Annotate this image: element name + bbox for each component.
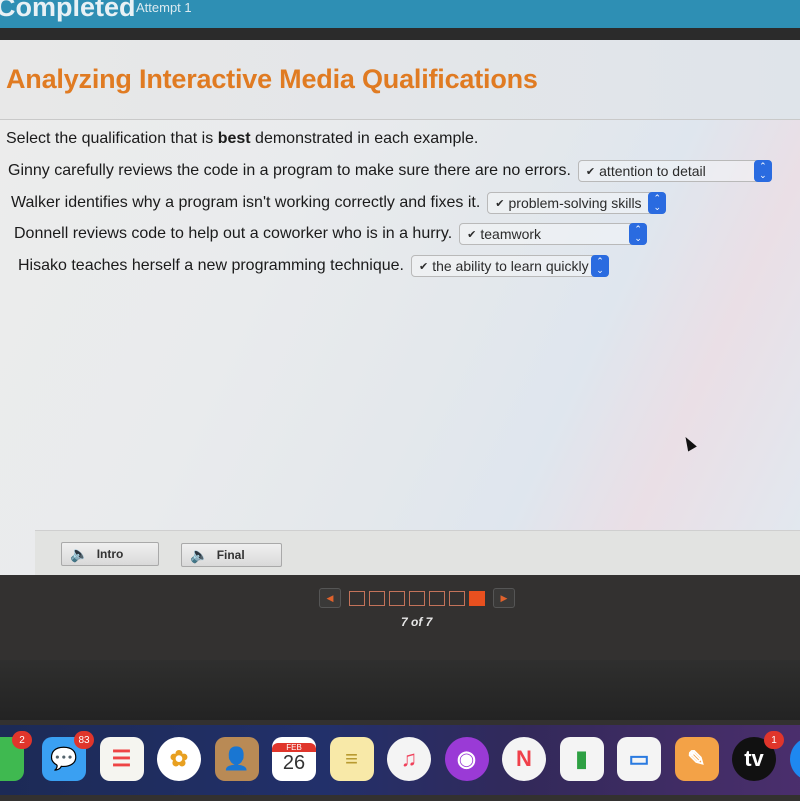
check-icon: ✔ [418, 260, 429, 273]
dock-item-numbers[interactable]: ▮ [559, 737, 604, 781]
question-text: Ginny carefully reviews the code in a pr… [8, 162, 571, 179]
final-label: Final [216, 548, 245, 562]
dock-item-photos[interactable]: ✿ [157, 737, 201, 781]
page-title: Analyzing Interactive Media Qualificatio… [6, 64, 538, 94]
page-counter: 7 of 7 [401, 615, 433, 629]
attempt-label: Attempt 1 [136, 0, 192, 15]
selected-value: the ability to learn quickly [432, 258, 589, 274]
page-indicator[interactable] [389, 590, 405, 606]
completion-status: Completed [0, 0, 136, 22]
dock-item-news[interactable]: N [502, 737, 546, 781]
arrow-left-icon: ◀ [326, 592, 334, 603]
pager: ◀ ▶ [319, 588, 515, 608]
dropdown-arrows-icon[interactable]: ⌃ ⌄ [590, 255, 609, 277]
dropdown-arrows-icon[interactable]: ⌃ ⌄ [629, 223, 648, 245]
messages-icon: 💬 [50, 746, 78, 771]
numbers-icon: ▮ [575, 746, 588, 771]
page-indicator[interactable] [449, 590, 465, 606]
check-icon: ✔ [495, 197, 505, 210]
intro-audio-button[interactable]: 🔈 Intro [61, 542, 159, 566]
page-indicators [345, 590, 485, 606]
answer-dropdown[interactable]: ✔ the ability to learn quickly ⌃ ⌄ [410, 255, 609, 277]
dropdown-arrows-icon[interactable]: ⌃ ⌄ [648, 192, 667, 214]
dock-item-apple-tv[interactable]: tv 1 [732, 731, 784, 781]
dock-item-keynote[interactable]: ▭ [617, 737, 661, 781]
dock-item-calendar[interactable]: FEB 26 [272, 737, 316, 781]
status-bar: Completed Attempt 1 [0, 0, 800, 28]
instructions: Select the qualification that is best de… [6, 130, 478, 148]
question-row: Ginny carefully reviews the code in a pr… [8, 160, 772, 182]
notification-badge: 2 [12, 731, 32, 749]
apple-tv-icon: tv [744, 746, 764, 771]
podcasts-icon: ◉ [456, 746, 477, 771]
notification-badge: 1 [764, 731, 784, 749]
question-row: Walker identifies why a program isn't wo… [11, 192, 667, 214]
answer-dropdown[interactable]: ✔ teamwork ⌃ ⌄ [459, 223, 648, 245]
calendar-icon: 26 [282, 752, 306, 774]
arrow-right-icon: ▶ [500, 592, 508, 603]
page-indicator[interactable] [409, 590, 425, 606]
music-icon: ♫ [400, 746, 418, 771]
dock-item-messages[interactable]: 💬 83 [42, 731, 94, 781]
answer-dropdown[interactable]: ✔ problem-solving skills ⌃ ⌄ [487, 192, 667, 214]
activity-panel: Analyzing Interactive Media Qualificatio… [0, 40, 800, 575]
instruction-emphasis: best [217, 130, 251, 147]
photos-icon: ✿ [169, 746, 189, 771]
dock-item-notes[interactable]: ≡ [329, 737, 374, 781]
selected-value: problem-solving skills [508, 195, 642, 211]
selected-value: teamwork [480, 226, 542, 242]
selected-value: attention to detail [599, 163, 706, 179]
instruction-text: demonstrated in each example. [250, 130, 479, 147]
pages-icon: ✎ [687, 746, 706, 771]
dock-item-partial[interactable]: 2 [0, 731, 32, 781]
page-indicator[interactable] [349, 590, 365, 606]
contacts-icon: 👤 [222, 746, 251, 771]
question-text: Donnell reviews code to help out a cowor… [14, 225, 453, 242]
question-row: Hisako teaches herself a new programming… [18, 255, 609, 277]
dock-item-music[interactable]: ♫ [387, 737, 431, 781]
activity-content: Select the qualification that is best de… [0, 121, 800, 531]
divider [0, 28, 800, 40]
page-indicator[interactable] [469, 590, 485, 606]
notes-icon: ≡ [345, 746, 358, 771]
dock-item-app-store[interactable]: A [789, 737, 800, 781]
answer-dropdown[interactable]: ✔ attention to detail ⌃ ⌄ [577, 160, 772, 182]
monitor-bezel [0, 660, 800, 720]
notification-badge: 83 [74, 731, 94, 749]
next-page-button[interactable]: ▶ [493, 588, 515, 608]
check-icon: ✔ [585, 165, 596, 178]
dock-item-contacts[interactable]: 👤 [214, 737, 259, 781]
news-icon: N [516, 746, 532, 771]
question-text: Hisako teaches herself a new programming… [18, 257, 404, 274]
calendar-month: FEB [272, 743, 316, 752]
dock: 2 💬83 ☰ ✿ 👤 FEB26 ≡ ♫ ◉ N ▮ ▭ ✎ tv1A [0, 725, 800, 795]
dock-item-reminders[interactable]: ☰ [99, 737, 144, 781]
intro-label: Intro [96, 547, 124, 561]
title-band: Analyzing Interactive Media Qualificatio… [0, 40, 800, 120]
dropdown-arrows-icon[interactable]: ⌃ ⌄ [753, 160, 772, 182]
screen: Completed Attempt 1 Analyzing Interactiv… [0, 0, 800, 801]
audio-bar: 🔈 Intro 🔈 Final [35, 530, 800, 575]
previous-page-button[interactable]: ◀ [319, 588, 341, 608]
check-icon: ✔ [467, 228, 477, 241]
question-row: Donnell reviews code to help out a cowor… [14, 223, 648, 245]
keynote-icon: ▭ [628, 746, 650, 771]
speaker-icon: 🔈 [190, 547, 209, 564]
page-indicator[interactable] [369, 590, 385, 606]
final-audio-button[interactable]: 🔈 Final [181, 543, 282, 567]
reminders-icon: ☰ [111, 746, 132, 771]
instruction-text: Select the qualification that is [6, 130, 218, 147]
speaker-icon: 🔈 [70, 546, 89, 563]
page-indicator[interactable] [429, 590, 445, 606]
dock-item-pages[interactable]: ✎ [674, 737, 719, 781]
question-text: Walker identifies why a program isn't wo… [11, 194, 481, 211]
dock-item-podcasts[interactable]: ◉ [444, 737, 489, 781]
